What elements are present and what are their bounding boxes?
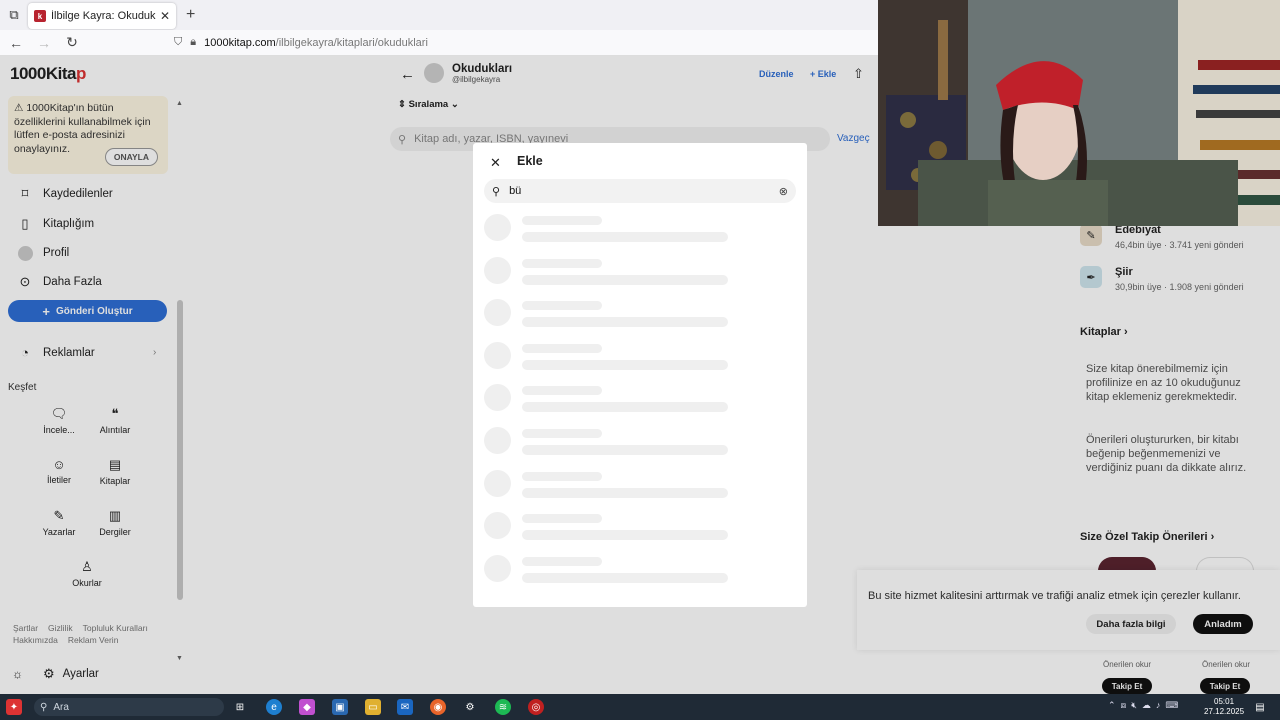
loading-skeleton-row <box>484 426 796 456</box>
loading-skeleton-row <box>484 554 796 584</box>
skeleton-line <box>522 429 602 438</box>
skeleton-avatar <box>484 299 511 327</box>
skeleton-line <box>522 402 728 413</box>
loading-skeleton-row <box>484 341 796 371</box>
outlook-icon[interactable]: ✉ <box>397 699 413 715</box>
skeleton-line <box>522 471 602 481</box>
windows-taskbar: ✦ ⚲ Ara ⊞ e ◆ ▣ ▭ ✉ ◉ ⚙ ≋ ◎ ⌃⧈🔇︎☁♪⌨ 05:0… <box>0 694 1280 720</box>
modal-search-field[interactable]: ⚲ ⊗ <box>484 179 796 203</box>
shield-icon[interactable]: ⛉ <box>174 36 182 49</box>
skeleton-line <box>522 274 728 285</box>
taskbar-search[interactable]: ⚲ Ara <box>34 698 224 716</box>
skeleton-avatar <box>484 214 511 241</box>
skeleton-avatar <box>484 512 511 540</box>
skeleton-line <box>522 258 602 268</box>
tab-list-icon[interactable]: ⧉ <box>0 0 28 30</box>
forward-icon[interactable]: → <box>32 35 56 51</box>
modal-search-input[interactable] <box>509 185 779 197</box>
loading-skeleton-row <box>484 213 796 243</box>
site-favicon-icon: k <box>34 10 46 22</box>
skeleton-line <box>522 514 602 524</box>
start-icon[interactable]: ✦ <box>6 699 22 715</box>
copilot-icon[interactable]: ◆ <box>299 699 315 715</box>
skeleton-avatar <box>484 341 511 369</box>
browser-tab[interactable]: k İlbilge Kayra: Okudukları - 1000 ✕ <box>28 3 176 29</box>
notifications-icon[interactable]: ▤ <box>1252 699 1268 715</box>
skeleton-line <box>522 216 602 225</box>
back-icon[interactable]: ← <box>4 35 28 51</box>
firefox-icon[interactable]: ◉ <box>430 699 446 715</box>
task-view-icon[interactable]: ⊞ <box>232 699 248 715</box>
skeleton-line <box>522 445 728 455</box>
skeleton-avatar <box>484 554 511 582</box>
reload-icon[interactable]: ↻ <box>60 34 84 51</box>
search-icon: ⚲ <box>40 701 48 713</box>
taskbar-clock[interactable]: 05:01 27.12.2025 <box>1204 697 1244 717</box>
loading-skeleton-row <box>484 256 796 286</box>
skeleton-avatar <box>484 427 511 454</box>
skeleton-line <box>522 343 602 353</box>
close-icon[interactable]: ✕ <box>490 155 501 171</box>
browser-nav-bar: ← → ↻ ⛉ 🔒︎ 1000kitap.com/ilbilgekayra/ki… <box>0 30 880 56</box>
gear-icon[interactable]: ⚙ <box>462 699 478 715</box>
skeleton-avatar <box>484 384 511 412</box>
loading-skeleton-row <box>484 511 796 541</box>
edge-icon[interactable]: e <box>266 699 282 715</box>
skeleton-line <box>522 530 728 541</box>
skeleton-line <box>522 301 602 311</box>
address-bar[interactable]: ⛉ 🔒︎ 1000kitap.com/ilbilgekayra/kitaplar… <box>174 36 428 49</box>
loading-skeleton-row <box>484 298 796 328</box>
skeleton-avatar <box>484 256 511 284</box>
lock-icon[interactable]: 🔒︎ <box>190 36 196 49</box>
skeleton-line <box>522 487 728 498</box>
clock-date: 27.12.2025 <box>1204 707 1245 716</box>
url-host: 1000kitap.com <box>204 36 276 49</box>
url-path: /ilbilgekayra/kitaplari/okuduklari <box>275 36 428 49</box>
skeleton-line <box>522 572 728 583</box>
webcam-overlay <box>878 0 1280 226</box>
skeleton-line <box>522 386 602 396</box>
skeleton-line <box>522 556 602 566</box>
webcam-image <box>878 0 1280 226</box>
store-icon[interactable]: ▣ <box>332 699 348 715</box>
taskbar-search-label: Ara <box>53 701 69 713</box>
browser-tab-bar: ⧉ k İlbilge Kayra: Okudukları - 1000 ✕ + <box>0 0 880 30</box>
skeleton-line <box>522 359 728 370</box>
skeleton-line <box>522 317 728 328</box>
loading-skeleton-row <box>484 383 796 413</box>
close-tab-icon[interactable]: ✕ <box>160 9 170 23</box>
search-icon: ⚲ <box>492 185 501 198</box>
clock-time: 05:01 <box>1214 697 1235 706</box>
loading-skeleton-row <box>484 469 796 499</box>
spotify-icon[interactable]: ≋ <box>495 699 511 715</box>
clear-icon[interactable]: ⊗ <box>779 185 788 198</box>
add-book-modal: ✕ Ekle ⚲ ⊗ <box>473 143 807 607</box>
file-explorer-icon[interactable]: ▭ <box>365 699 381 715</box>
skeleton-avatar <box>484 469 511 497</box>
tab-title: İlbilge Kayra: Okudukları - 1000 <box>51 10 156 22</box>
obs-icon[interactable]: ◎ <box>528 699 544 715</box>
skeleton-line <box>522 232 728 242</box>
modal-title: Ekle <box>517 154 543 168</box>
new-tab-icon[interactable]: + <box>186 6 195 24</box>
system-tray[interactable]: ⌃⧈🔇︎☁♪⌨ <box>1108 700 1183 711</box>
